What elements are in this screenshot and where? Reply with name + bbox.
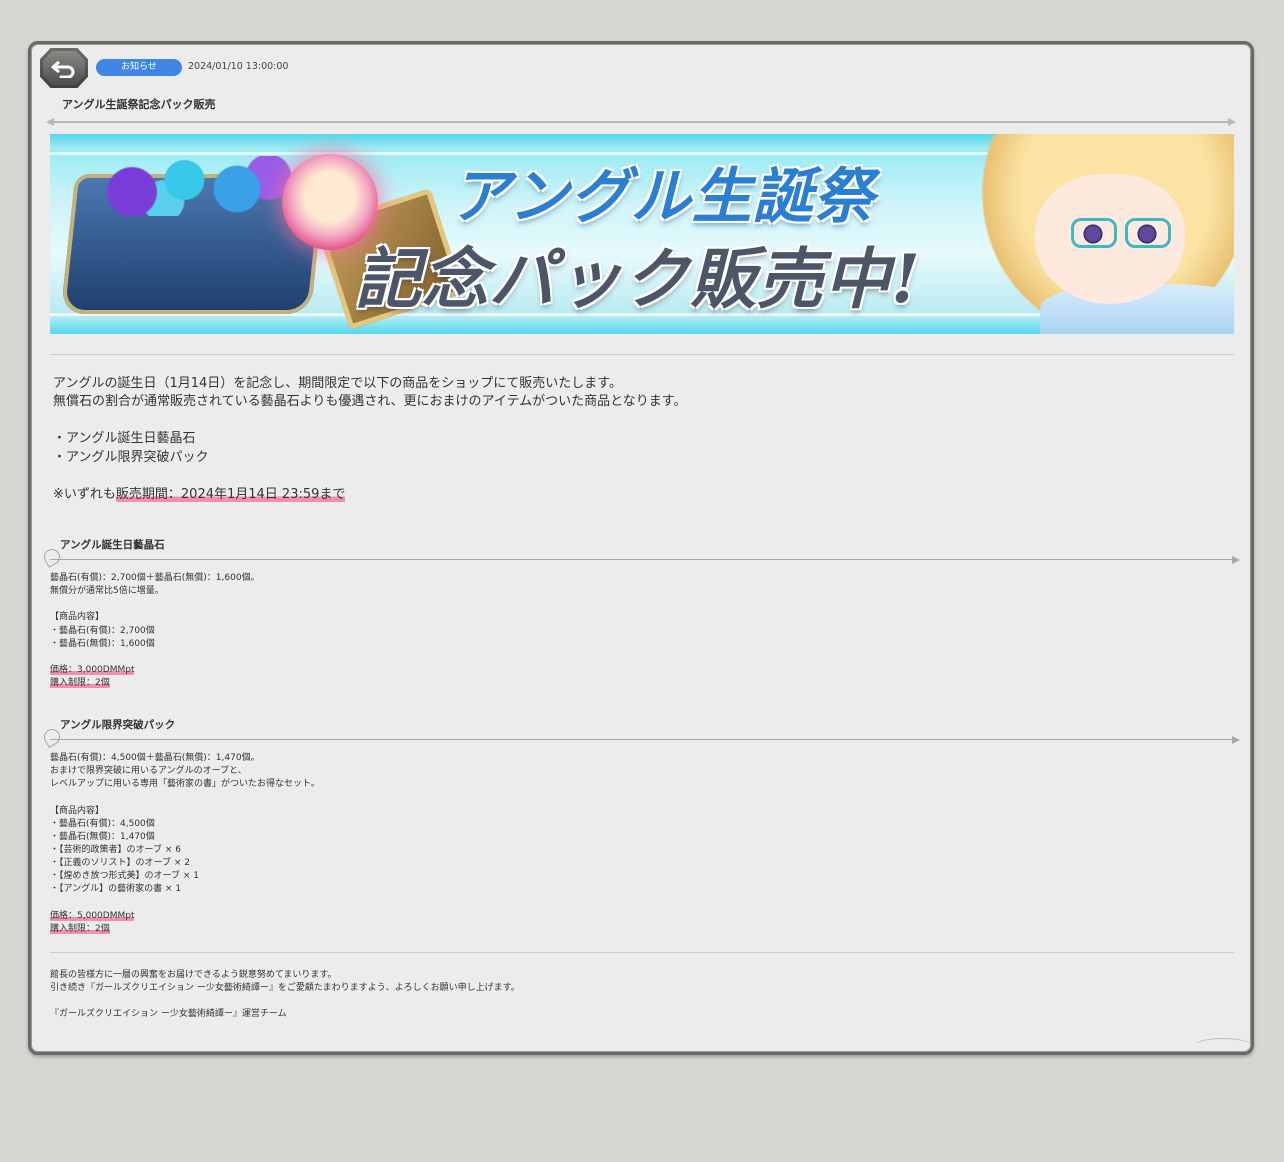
sale-period-prefix: ※いずれも (53, 487, 116, 502)
product-desc: 無償分が通常比5倍に増量。 (50, 586, 164, 596)
intro-line-2: 無償石の割合が通常販売されている藝晶石よりも優遇され、更におまけのアイテムがつい… (53, 394, 687, 409)
post-date: 2024/01/10 13:00:00 (188, 61, 289, 72)
title-divider (46, 118, 1236, 126)
contents-item: ・藝晶石(有償)：4,500個 (50, 819, 155, 829)
section-title: アングル限界突破パック (60, 719, 176, 731)
intro-item: ・アングル限界突破パック (53, 450, 209, 465)
contents-item: ・藝晶石(有償)：2,700個 (50, 626, 155, 636)
divider (50, 952, 1234, 953)
divider (50, 354, 1234, 355)
contents-item: ・藝晶石(無償)：1,470個 (50, 832, 155, 842)
contents-item: ・【芸術的政策者】のオーブ × 6 (50, 845, 181, 855)
product-desc: おまけで限界突破に用いるアングルのオーブと、 (50, 766, 247, 776)
banner-headline-2: 記念パック販売中! (355, 240, 921, 318)
notice-title: アングル生誕祭記念パック販売 (62, 98, 216, 111)
signature: 『ガールズクリエイション ー少女藝術綺譚ー』運営チーム (50, 1009, 287, 1019)
intro-line-1: アングルの誕生日（1月14日）を記念し、期間限定で以下の商品をショップにて販売い… (53, 376, 622, 391)
price: 価格：5,000DMMpt (50, 911, 135, 921)
price: 価格：3,000DMMpt (50, 665, 135, 675)
back-arrow-icon (51, 60, 75, 78)
intro-item: ・アングル誕生日藝晶石 (53, 431, 196, 446)
back-button[interactable] (40, 48, 88, 88)
category-badge: お知らせ (96, 59, 182, 76)
contents-item: ・【正義のソリスト】のオーブ × 2 (50, 858, 190, 868)
character-face-image (1035, 174, 1185, 304)
contents-header: 【商品内容】 (50, 612, 105, 622)
contents-header: 【商品内容】 (50, 806, 105, 816)
purchase-limit: 購入制限：2個 (50, 678, 110, 688)
purchase-limit: 購入制限：2個 (50, 924, 110, 934)
closing-line: 館長の皆様方に一層の興奮をお届けできるよう鋭意努めてまいります。 (50, 970, 337, 980)
section-divider (50, 556, 1240, 564)
gems-image (90, 156, 300, 216)
product-desc: 藝晶石(有償)：2,700個＋藝晶石(無償)：1,600個。 (50, 573, 260, 583)
banner-headline-1: アングル生誕祭 (450, 162, 875, 232)
contents-item: ・藝晶石(無償)：1,600個 (50, 639, 155, 649)
product-desc: 藝晶石(有償)：4,500個＋藝晶石(無償)：1,470個。 (50, 753, 260, 763)
sale-period: ※いずれも販売期間：2024年1月14日 23:59まで (53, 483, 346, 502)
section-divider (50, 736, 1240, 744)
closing-line: 引き続き『ガールズクリエイション ー少女藝術綺譚ー』をご愛顧たまわりますよう、よ… (50, 983, 520, 993)
section-title: アングル誕生日藝晶石 (60, 539, 165, 551)
product-desc: レベルアップに用いる専用「藝術家の書」がついたお得なセット。 (50, 779, 320, 789)
corner-ornament-icon (1192, 1038, 1254, 1056)
event-banner: アングル生誕祭 記念パック販売中! (50, 134, 1234, 334)
contents-item: ・【アングル】の藝術家の書 × 1 (50, 884, 182, 894)
contents-item: ・【煌めき放つ形式美】のオーブ × 1 (50, 871, 199, 881)
sale-period-highlight: 販売期間：2024年1月14日 23:59まで (115, 487, 346, 502)
